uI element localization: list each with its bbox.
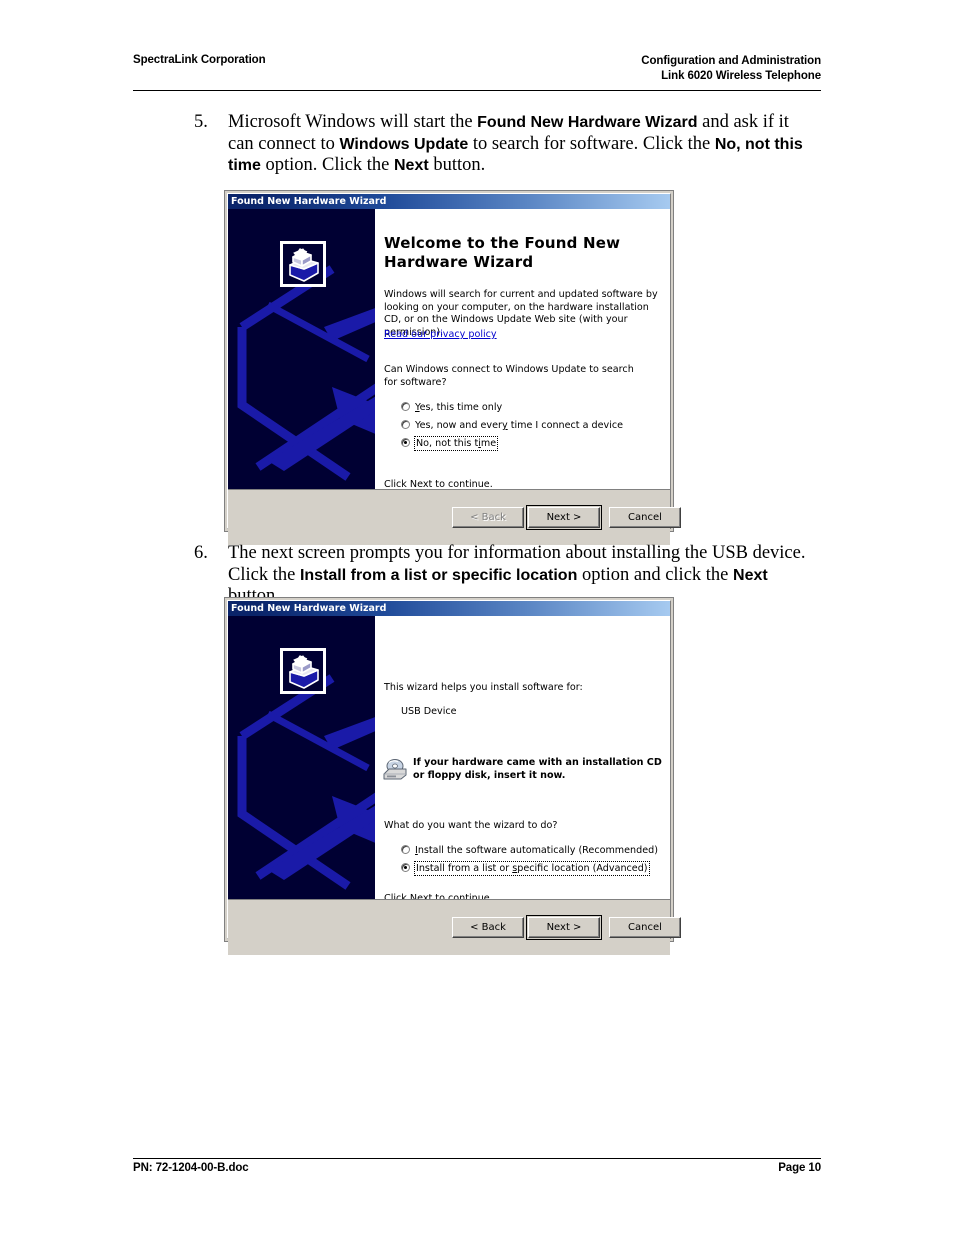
footer-divider (133, 1158, 821, 1159)
header-company-name: SpectraLink Corporation (133, 54, 266, 66)
radio-button-install-from-list[interactable] (401, 863, 410, 872)
radio-button-yes-every-time[interactable] (401, 420, 410, 429)
dialog-titlebar: Found New Hardware Wizard (228, 194, 670, 209)
header-divider (133, 90, 821, 91)
cd-note-line1: If your hardware came with an installati… (413, 757, 662, 768)
dialog-body: Welcome to the Found New Hardware Wizard… (228, 209, 681, 545)
step-5-text: Microsoft Windows will start the Found N… (228, 112, 803, 175)
wizard-content-pane: This wizard helps you install software f… (375, 616, 670, 899)
cd-drive-icon (382, 758, 408, 782)
cancel-button[interactable]: Cancel (609, 917, 681, 938)
radio-label-yes-every-time[interactable]: Yes, now and every time I connect a devi… (415, 419, 623, 432)
hardware-wizard-icon-glyph (289, 248, 319, 282)
step-5-number: 5. (194, 112, 208, 132)
dialog-body: This wizard helps you install software f… (228, 616, 681, 955)
radio-button-yes-this-time[interactable] (401, 402, 410, 411)
back-button[interactable]: < Back (452, 917, 524, 938)
header-title-line1: Configuration and Administration (641, 55, 821, 67)
radio-option-install-from-list[interactable]: Install from a list or specific location… (401, 861, 650, 876)
step-5: 5. Microsoft Windows will start the Foun… (194, 112, 814, 177)
radio-option-yes-this-time[interactable]: Yes, this time only (401, 401, 502, 414)
hardware-wizard-icon-glyph (289, 655, 319, 689)
wizard-banner (228, 616, 375, 899)
privacy-policy-link[interactable]: Read our privacy policy (384, 329, 497, 340)
cd-note-line2: or floppy disk, insert it now. (413, 769, 566, 781)
header-document-title: Configuration and Administration Link 60… (641, 54, 821, 84)
next-button[interactable]: Next > (526, 915, 602, 940)
radio-option-install-automatically[interactable]: Install the software automatically (Reco… (401, 844, 658, 857)
welcome-heading-line2: Hardware Wizard (384, 253, 534, 271)
dialog-titlebar: Found New Hardware Wizard (228, 601, 670, 616)
step-6-number: 6. (194, 543, 208, 563)
radio-label-yes-this-time[interactable]: Yes, this time only (415, 401, 502, 414)
cd-drive-icon-glyph (383, 759, 407, 780)
radio-label-install-from-list[interactable]: Install from a list or specific location… (414, 861, 650, 876)
dialog-button-bar: < Back Next > Cancel (228, 900, 681, 955)
radio-option-yes-every-time[interactable]: Yes, now and every time I connect a devi… (401, 419, 623, 432)
hardware-wizard-icon (280, 648, 326, 694)
wizard-action-question: What do you want the wizard to do? (384, 820, 558, 831)
header-title-line2: Link 6020 Wireless Telephone (661, 70, 821, 82)
dialog-content-area: Welcome to the Found New Hardware Wizard… (228, 209, 670, 490)
radio-label-no-not-this-time[interactable]: No, not this time (413, 436, 499, 451)
device-name-text: USB Device (401, 706, 457, 717)
next-button[interactable]: Next > (526, 505, 602, 530)
welcome-heading-line1: Welcome to the Found New (384, 234, 621, 252)
dialog-title-text: Found New Hardware Wizard (231, 603, 387, 614)
welcome-heading: Welcome to the Found New Hardware Wizard (384, 234, 620, 272)
hardware-wizard-icon (280, 241, 326, 287)
dialog-content-area: This wizard helps you install software f… (228, 616, 670, 900)
document-page: SpectraLink Corporation Configuration an… (0, 0, 954, 1235)
wizard-content-pane: Welcome to the Found New Hardware Wizard… (375, 209, 670, 489)
back-button[interactable]: < Back (452, 507, 524, 528)
cancel-button[interactable]: Cancel (609, 507, 681, 528)
found-new-hardware-wizard-dialog-install[interactable]: Found New Hardware Wizard This wizard he… (224, 597, 681, 955)
cd-note-text: If your hardware came with an installati… (413, 757, 663, 782)
update-question-text: Can Windows connect to Windows Update to… (384, 364, 634, 388)
radio-label-install-automatically[interactable]: Install the software automatically (Reco… (415, 844, 658, 857)
wizard-banner (228, 209, 375, 489)
click-next-text: Click Next to continue. (384, 893, 493, 900)
footer-page-number: Page 10 (778, 1162, 821, 1174)
dialog-button-bar: < Back Next > Cancel (228, 490, 681, 545)
install-intro-text: This wizard helps you install software f… (384, 682, 583, 693)
radio-option-no-not-this-time[interactable]: No, not this time (401, 436, 499, 451)
dialog-title-text: Found New Hardware Wizard (231, 196, 387, 207)
footer-part-number: PN: 72-1204-00-B.doc (133, 1162, 249, 1174)
radio-button-no-not-this-time[interactable] (401, 438, 410, 447)
radio-button-install-automatically[interactable] (401, 845, 410, 854)
click-next-text: Click Next to continue. (384, 479, 493, 490)
page-header: SpectraLink Corporation Configuration an… (133, 48, 821, 90)
found-new-hardware-wizard-dialog-welcome[interactable]: Found New Hardware Wizard Welcome to the… (224, 190, 681, 545)
